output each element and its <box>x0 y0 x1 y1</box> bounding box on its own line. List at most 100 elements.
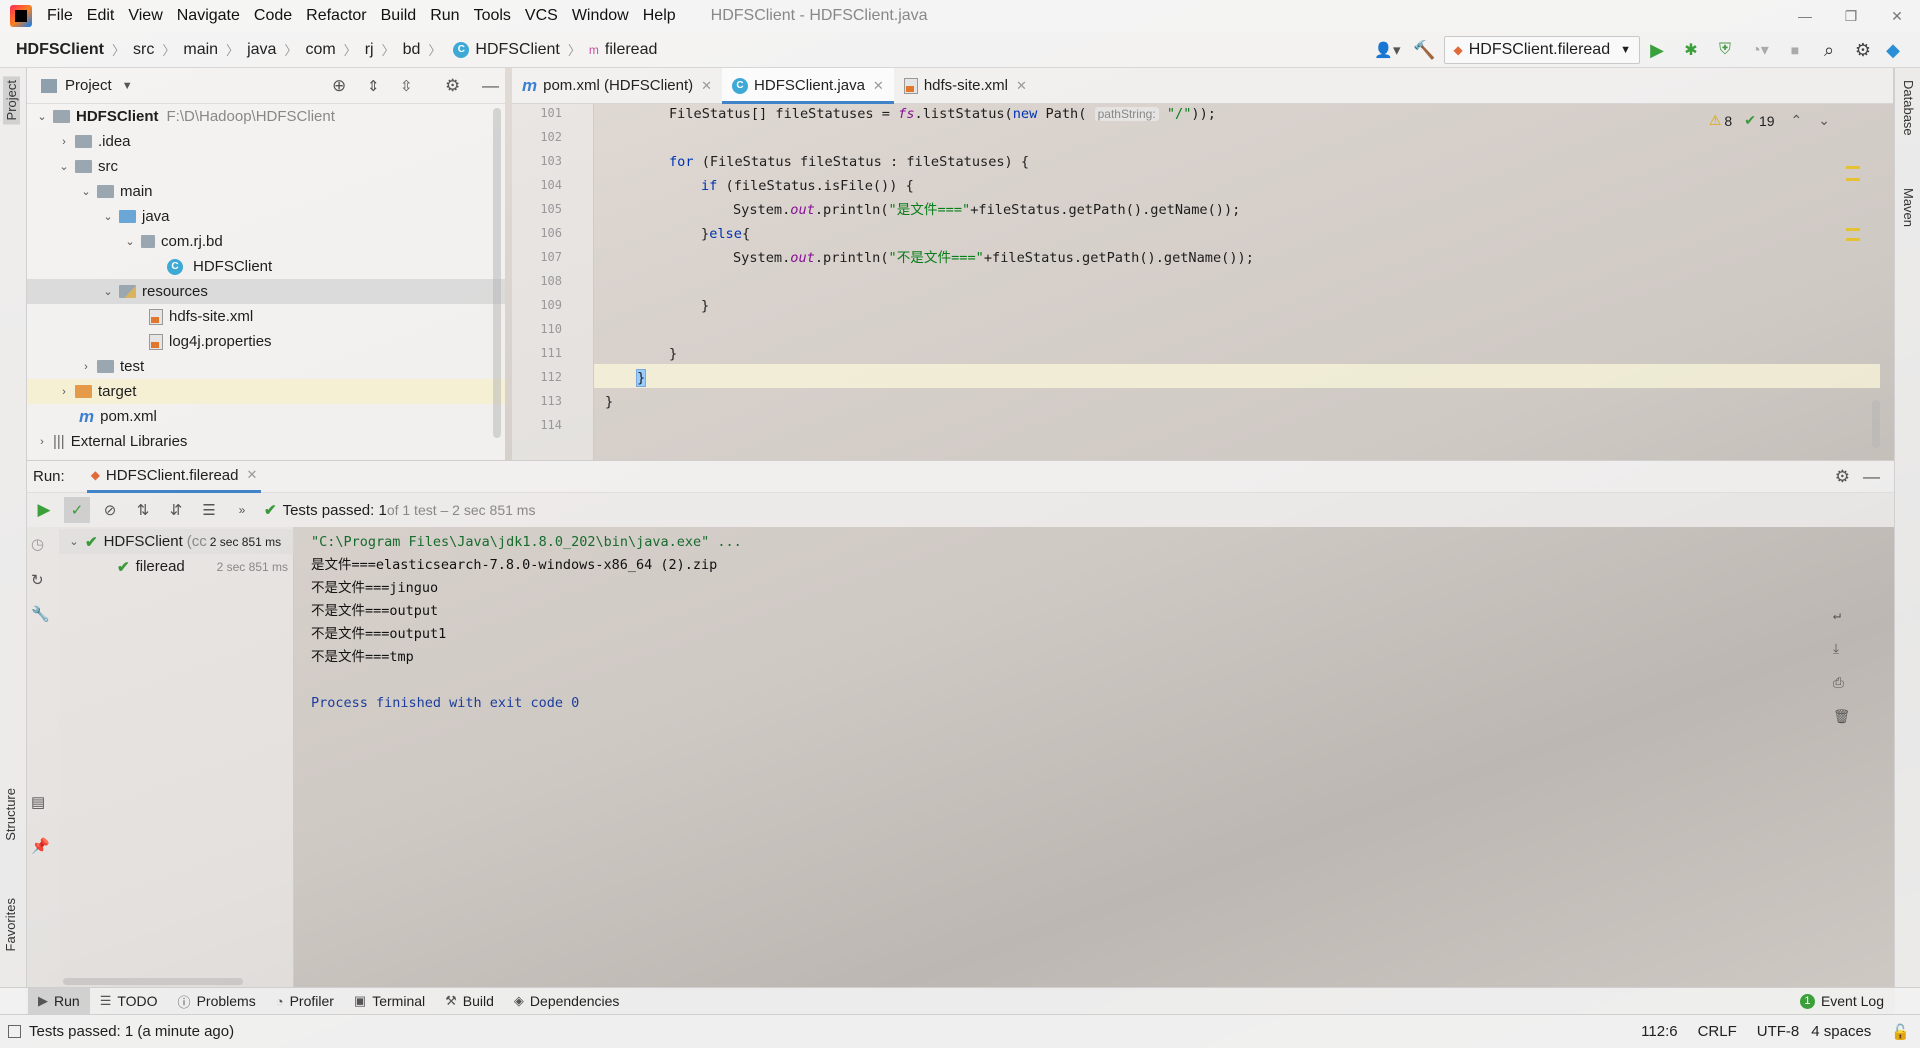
tab-hdfsclient-java[interactable]: C HDFSClient.java ✕ <box>722 67 894 104</box>
chevron-down-icon[interactable]: ▼ <box>122 80 133 92</box>
close-icon[interactable]: ✕ <box>1016 78 1027 94</box>
breadcrumb-item[interactable]: HDFSClient <box>16 41 104 59</box>
breadcrumb-item[interactable]: bd <box>403 41 421 59</box>
breadcrumb-item[interactable]: main <box>183 41 218 59</box>
layout-icon[interactable]: ▤ <box>31 793 45 811</box>
menu-file[interactable]: File <box>40 7 80 25</box>
inspection-widget[interactable]: ⚠ 8 ✔ 19 ⌃ ⌄ <box>1709 112 1830 129</box>
chevron-down-icon[interactable]: ⌄ <box>101 210 115 223</box>
tree-node[interactable]: › ||| External Libraries <box>27 429 505 454</box>
test-case-row[interactable]: ✔ fileread 2 sec 851 ms <box>59 554 294 579</box>
sort-by-duration-icon[interactable]: ⇵ <box>163 497 189 523</box>
event-log-button[interactable]: 1 Event Log <box>1790 988 1894 1015</box>
hide-panel-icon[interactable]: — <box>482 76 499 96</box>
tab-run[interactable]: ▶ Run <box>28 987 90 1015</box>
search-icon[interactable]: ⌕ <box>1812 40 1846 61</box>
jetbrains-toolbox-icon[interactable]: ◆ <box>1880 40 1906 61</box>
tab-todo[interactable]: ☰ TODO <box>90 988 168 1015</box>
close-icon[interactable]: ✕ <box>873 78 884 94</box>
tree-node[interactable]: ⌄ java <box>27 204 505 229</box>
expand-all-icon[interactable]: ☰ <box>196 497 222 523</box>
structure-tool-tab[interactable]: Structure <box>3 788 18 841</box>
scroll-to-end-icon[interactable]: ⤓ <box>1833 641 1839 657</box>
tree-node-root[interactable]: ⌄ HDFSClient F:\D\Hadoop\HDFSClient <box>27 104 505 129</box>
chevron-down-icon[interactable]: ⌄ <box>1818 112 1830 129</box>
tab-problems[interactable]: ⓘ Problems <box>168 988 266 1015</box>
menu-run[interactable]: Run <box>423 7 466 25</box>
more-actions-icon[interactable]: » <box>229 497 255 523</box>
user-icon[interactable]: 👤▾ <box>1370 41 1404 59</box>
menu-vcs[interactable]: VCS <box>518 7 565 25</box>
warning-marker[interactable] <box>1846 166 1860 169</box>
scrollbar[interactable] <box>493 108 501 438</box>
tree-node[interactable]: › target <box>27 379 505 404</box>
profiler-icon[interactable]: ◔▾ <box>1742 40 1778 60</box>
debug-icon[interactable]: ✱ <box>1674 40 1708 60</box>
breadcrumb-item[interactable]: java <box>247 41 276 59</box>
tree-node[interactable]: m pom.xml <box>27 404 505 429</box>
soft-wrap-icon[interactable]: ↵ <box>1833 607 1841 623</box>
sort-alphabetically-icon[interactable]: ⇅ <box>130 497 156 523</box>
tab-profiler[interactable]: ◔ Profiler <box>266 988 344 1015</box>
menu-window[interactable]: Window <box>565 7 636 25</box>
tree-node[interactable]: ⌄ main <box>27 179 505 204</box>
test-suite-row[interactable]: ⌄ ✔ HDFSClient (cc 2 sec 851 ms <box>59 529 294 554</box>
trash-icon[interactable]: 🗑 <box>1833 709 1850 725</box>
pin-icon[interactable]: 📌 <box>31 837 50 855</box>
arrow-down-icon[interactable]: ↓ <box>1833 573 1841 589</box>
console-output[interactable]: "C:\Program Files\Java\jdk1.8.0_202\bin\… <box>295 527 1855 987</box>
chevron-right-icon[interactable]: › <box>57 136 71 148</box>
chevron-down-icon[interactable]: ⌄ <box>57 160 71 173</box>
breadcrumb-item[interactable]: com <box>305 41 335 59</box>
chevron-up-icon[interactable]: ⌃ <box>1791 112 1803 129</box>
chevron-right-icon[interactable]: › <box>79 361 93 373</box>
database-tool-tab[interactable]: Database <box>1901 80 1916 136</box>
menu-help[interactable]: Help <box>636 7 683 25</box>
tab-build[interactable]: ⚒ Build <box>435 988 504 1015</box>
breadcrumb-item[interactable]: src <box>133 41 154 59</box>
breadcrumb-item[interactable]: HDFSClient <box>475 41 559 59</box>
tree-node-selected[interactable]: ⌄ resources <box>27 279 505 304</box>
tab-hdfs-site-xml[interactable]: hdfs-site.xml ✕ <box>894 68 1037 104</box>
scrollbar[interactable] <box>63 978 243 985</box>
lock-icon[interactable]: 🔓 <box>1891 1023 1910 1041</box>
menu-code[interactable]: Code <box>247 7 299 25</box>
minimize-icon[interactable]: — <box>1782 0 1828 32</box>
collapse-all-icon[interactable]: ⇳ <box>400 77 413 95</box>
editor-scrollbar[interactable] <box>1872 400 1880 448</box>
line-separator[interactable]: CRLF <box>1698 1023 1737 1040</box>
project-tool-tab[interactable]: Project <box>3 76 20 125</box>
chevron-down-icon[interactable]: ⌄ <box>101 285 115 298</box>
tab-pom-xml[interactable]: m pom.xml (HDFSClient) ✕ <box>512 68 722 104</box>
caret-position[interactable]: 112:6 <box>1641 1023 1677 1040</box>
chevron-down-icon[interactable]: ⌄ <box>123 235 137 248</box>
project-panel-title[interactable]: Project <box>65 77 112 94</box>
tree-node[interactable]: hdfs-site.xml <box>27 304 505 329</box>
chevron-down-icon[interactable]: ⌄ <box>79 185 93 198</box>
show-passed-icon[interactable]: ✓ <box>64 497 90 523</box>
breadcrumb-item[interactable]: rj <box>365 41 374 59</box>
menu-edit[interactable]: Edit <box>80 7 122 25</box>
run-icon[interactable]: ▶ <box>1640 40 1674 61</box>
menu-view[interactable]: View <box>121 7 169 25</box>
rerun-icon[interactable]: ▶ <box>31 497 57 523</box>
code-editor[interactable]: FileStatus[] fileStatuses = fs.listStatu… <box>594 104 1880 460</box>
menu-tools[interactable]: Tools <box>467 7 518 25</box>
close-window-icon[interactable]: ✕ <box>1874 0 1920 32</box>
warning-marker[interactable] <box>1846 228 1860 231</box>
locate-file-icon[interactable]: ⊕ <box>332 76 346 96</box>
history-icon[interactable]: ◷ <box>31 535 44 553</box>
tab-dependencies[interactable]: ◈ Dependencies <box>504 988 630 1015</box>
tab-terminal[interactable]: ▣ Terminal <box>344 988 435 1015</box>
toggle-tool-windows-icon[interactable] <box>8 1025 21 1038</box>
file-encoding[interactable]: UTF-8 <box>1757 1023 1800 1040</box>
close-icon[interactable]: ✕ <box>701 78 712 94</box>
warning-marker[interactable] <box>1846 238 1860 241</box>
tree-node[interactable]: log4j.properties <box>27 329 505 354</box>
run-tab[interactable]: ◆ HDFSClient.fileread ✕ <box>86 460 262 493</box>
breadcrumb-item[interactable]: fileread <box>605 41 657 59</box>
tree-node[interactable]: ⌄ src <box>27 154 505 179</box>
arrow-up-icon[interactable]: ↑ <box>1833 543 1841 559</box>
build-hammer-icon[interactable]: 🔨 <box>1404 40 1444 61</box>
close-icon[interactable]: ✕ <box>246 467 257 483</box>
